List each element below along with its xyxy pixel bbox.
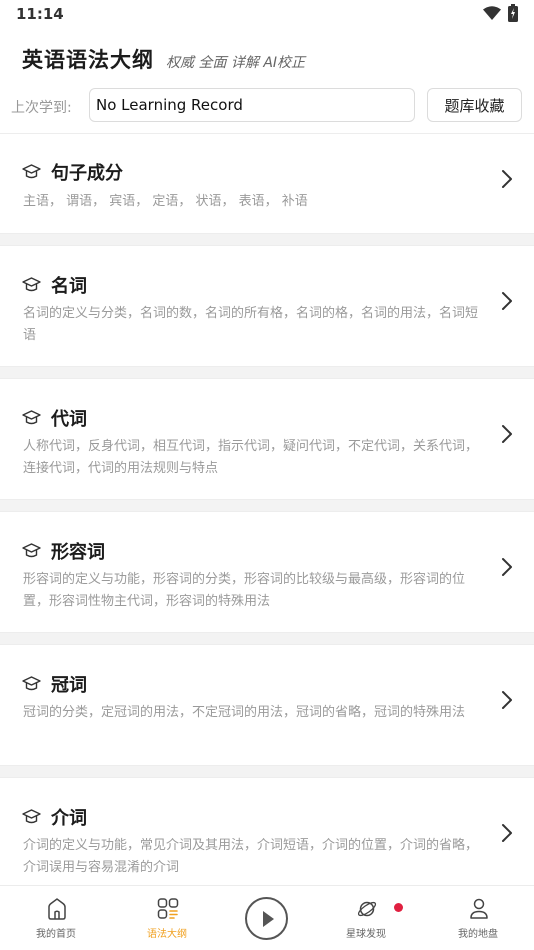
play-icon — [263, 911, 274, 927]
section-description: 介词的定义与功能，常见介词及其用法，介词短语，介词的位置，介词的省略，介词误用与… — [23, 838, 479, 875]
play-button[interactable] — [245, 897, 288, 940]
favorites-button[interactable]: 题库收藏 — [427, 88, 522, 122]
graduation-cap-icon — [22, 809, 41, 824]
section-card-head: 句子成分 — [22, 159, 123, 185]
wifi-icon — [483, 6, 501, 20]
chevron-right-icon — [502, 425, 512, 443]
last-record-field[interactable]: No Learning Record — [89, 88, 415, 122]
section-description: 名词的定义与分类，名词的数，名词的所有格，名词的格，名词的用法，名词短语 — [23, 306, 479, 343]
nav-grammar-label: 语法大纲 — [147, 929, 187, 940]
section-card-head: 冠词 — [22, 671, 87, 697]
title-row: 英语语法大纲 权威 全面 详解 AI校正 — [22, 44, 305, 76]
section-title: 冠词 — [51, 675, 87, 696]
section-description: 人称代词，反身代词，相互代词，指示代词，疑问代词，不定代词，关系代词，连接代词，… — [23, 439, 479, 476]
nav-grammar[interactable]: 语法大纲 — [122, 886, 212, 950]
section-title: 介词 — [51, 808, 87, 829]
bottom-nav: 我的首页 语法大纲 星球发现 我的地盘 — [0, 885, 534, 950]
section-description: 主语， 谓语， 宾语， 定语， 状语， 表语， 补语 — [23, 194, 308, 209]
section-card-prepositions[interactable]: 介词 介词的定义与功能，常见介词及其用法，介词短语，介词的位置，介词的省略，介词… — [0, 777, 534, 885]
graduation-cap-icon — [22, 543, 41, 558]
battery-icon — [508, 4, 518, 22]
graduation-cap-icon — [22, 277, 41, 292]
page-subtitle: 权威 全面 详解 AI校正 — [166, 55, 306, 71]
chevron-right-icon — [502, 292, 512, 310]
section-card-head: 名词 — [22, 272, 87, 298]
section-card-sentence-components[interactable]: 句子成分 主语， 谓语， 宾语， 定语， 状语， 表语， 补语 — [0, 133, 534, 234]
section-description: 冠词的分类，定冠词的用法，不定冠词的用法，冠词的省略，冠词的特殊用法 — [23, 705, 466, 720]
section-card-adjectives[interactable]: 形容词 形容词的定义与功能，形容词的分类，形容词的比较级与最高级，形容词的位置，… — [0, 511, 534, 633]
last-record-row: 上次学到: No Learning Record 题库收藏 — [0, 88, 534, 124]
graduation-cap-icon — [22, 164, 41, 179]
grid-list-icon — [157, 898, 179, 919]
user-icon — [470, 898, 488, 919]
graduation-cap-icon — [22, 410, 41, 425]
section-title: 句子成分 — [51, 163, 123, 184]
nav-discover-label: 星球发现 — [346, 929, 386, 940]
page-title: 英语语法大纲 — [22, 48, 154, 72]
nav-home-label: 我的首页 — [36, 929, 76, 940]
nav-home[interactable]: 我的首页 — [11, 886, 101, 950]
last-record-label: 上次学到: — [11, 100, 72, 116]
home-icon — [48, 898, 66, 920]
notification-dot — [394, 903, 403, 912]
planet-icon — [357, 901, 377, 917]
graduation-cap-icon — [22, 676, 41, 691]
section-card-pronouns[interactable]: 代词 人称代词，反身代词，相互代词，指示代词，疑问代词，不定代词，关系代词，连接… — [0, 378, 534, 500]
chevron-right-icon — [502, 170, 512, 188]
chevron-right-icon — [502, 691, 512, 709]
nav-mine[interactable]: 我的地盘 — [433, 886, 523, 950]
section-card-head: 形容词 — [22, 538, 105, 564]
section-card-head: 介词 — [22, 804, 87, 830]
nav-mine-label: 我的地盘 — [458, 929, 498, 940]
chevron-right-icon — [502, 558, 512, 576]
section-description: 形容词的定义与功能，形容词的分类，形容词的比较级与最高级，形容词的位置，形容词性… — [23, 572, 466, 609]
status-time: 11:14 — [16, 5, 64, 23]
section-title: 形容词 — [51, 542, 105, 563]
status-bar: 11:14 — [0, 0, 534, 28]
section-title: 名词 — [51, 276, 87, 297]
grammar-section-list[interactable]: 句子成分 主语， 谓语， 宾语， 定语， 状语， 表语， 补语 名词 名词的定义… — [0, 133, 534, 885]
chevron-right-icon — [502, 824, 512, 842]
section-card-nouns[interactable]: 名词 名词的定义与分类，名词的数，名词的所有格，名词的格，名词的用法，名词短语 — [0, 245, 534, 367]
nav-discover[interactable]: 星球发现 — [321, 886, 411, 950]
section-card-articles[interactable]: 冠词 冠词的分类，定冠词的用法，不定冠词的用法，冠词的省略，冠词的特殊用法 — [0, 644, 534, 766]
section-title: 代词 — [51, 409, 87, 430]
section-card-head: 代词 — [22, 405, 87, 431]
